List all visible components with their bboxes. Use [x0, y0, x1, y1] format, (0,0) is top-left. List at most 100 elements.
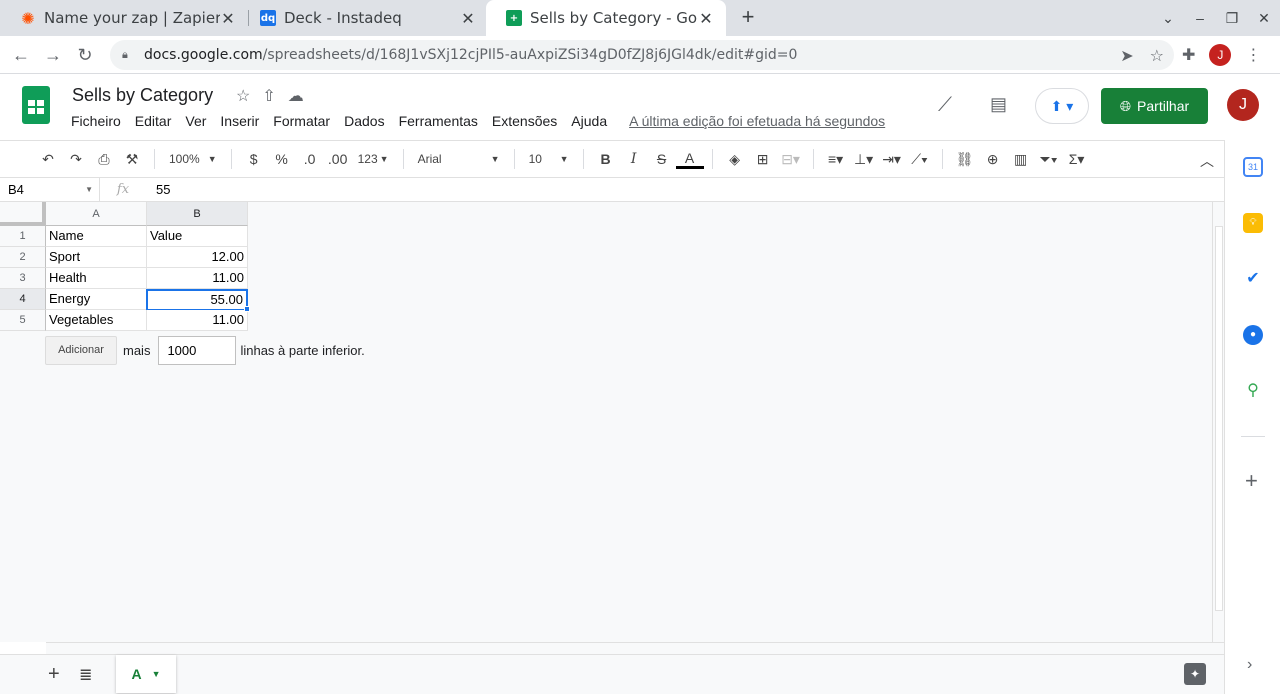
scrollbar-thumb[interactable]: [1215, 226, 1223, 611]
menu-dados[interactable]: Dados: [344, 113, 384, 129]
text-color-icon[interactable]: A: [675, 150, 704, 169]
row-header[interactable]: 3: [0, 268, 46, 289]
maps-icon[interactable]: ⚲: [1243, 381, 1263, 401]
keep-icon[interactable]: 💡︎: [1243, 213, 1263, 233]
more-formats-select[interactable]: 123 ▼: [352, 152, 395, 166]
restore-icon[interactable]: ❐: [1216, 10, 1248, 27]
comments-icon[interactable]: ▤: [990, 94, 1007, 115]
browser-tab-instadeq[interactable]: dq Deck - Instadeq ✕: [240, 0, 488, 36]
profile-avatar[interactable]: J: [1209, 44, 1232, 66]
present-button[interactable]: ⬆ ▾: [1035, 88, 1089, 124]
star-icon[interactable]: ☆: [236, 86, 250, 106]
minimize-icon[interactable]: –: [1184, 10, 1216, 26]
last-edit-link[interactable]: A última edição foi efetuada há segundos: [629, 113, 885, 129]
font-size-select[interactable]: 10 ▼: [523, 152, 575, 166]
menu-ver[interactable]: Ver: [185, 113, 206, 129]
close-icon[interactable]: ✕: [698, 9, 714, 28]
sheets-logo-icon[interactable]: [22, 86, 50, 124]
share-button[interactable]: 🌐︎ Partilhar: [1101, 88, 1208, 124]
send-icon[interactable]: ➤: [1120, 46, 1133, 65]
menu-formatar[interactable]: Formatar: [273, 113, 330, 129]
increase-decimal-button[interactable]: .00: [324, 151, 352, 167]
menu-inserir[interactable]: Inserir: [220, 113, 259, 129]
browser-tab-zapier[interactable]: ✺ Name your zap | Zapier ✕: [0, 0, 248, 36]
address-bar[interactable]: 🔒︎ docs.google.com/spreadsheets/d/168J1v…: [110, 40, 1174, 70]
explore-icon[interactable]: ✦: [1184, 663, 1206, 685]
row-header[interactable]: 1: [0, 226, 46, 247]
text-wrapping-icon[interactable]: ⇥▾: [878, 151, 906, 168]
close-icon[interactable]: ✕: [220, 9, 236, 28]
new-tab-button[interactable]: +: [738, 6, 758, 30]
paint-format-icon[interactable]: ⚒: [118, 151, 146, 168]
chevron-down-icon[interactable]: ▼: [152, 669, 161, 679]
menu-ajuda[interactable]: Ajuda: [571, 113, 607, 129]
font-select[interactable]: Arial ▼: [412, 152, 506, 166]
currency-format-button[interactable]: $: [240, 151, 268, 167]
account-avatar[interactable]: J: [1227, 89, 1259, 121]
cloud-status-icon[interactable]: ☁: [288, 86, 304, 106]
vertical-align-icon[interactable]: ⊥▾: [850, 151, 878, 168]
cell-a1[interactable]: Name: [46, 226, 147, 247]
forward-icon[interactable]: →: [42, 44, 64, 66]
italic-icon[interactable]: I: [620, 151, 648, 167]
add-rows-button[interactable]: Adicionar: [45, 336, 117, 365]
cell-b2[interactable]: 12.00: [147, 247, 248, 268]
column-header-a[interactable]: A: [46, 202, 147, 226]
cell-a2[interactable]: Sport: [46, 247, 147, 268]
select-all-corner[interactable]: [0, 202, 46, 226]
browser-menu-icon[interactable]: ⋮: [1245, 45, 1261, 65]
sheet-tab-a[interactable]: A ▼: [116, 655, 176, 693]
cell-b4[interactable]: 55.00: [146, 289, 248, 311]
vertical-scrollbar[interactable]: [1212, 202, 1224, 642]
undo-icon[interactable]: ↶: [34, 151, 62, 168]
extensions-icon[interactable]: ✚: [1182, 45, 1195, 65]
menu-ficheiro[interactable]: Ficheiro: [71, 113, 121, 129]
cell-a5[interactable]: Vegetables: [46, 310, 147, 331]
insert-chart-icon[interactable]: ▥: [1007, 151, 1035, 168]
get-addons-icon[interactable]: +: [1245, 468, 1258, 494]
collapse-toolbar-icon[interactable]: ︿: [1200, 151, 1214, 171]
reload-icon[interactable]: ↻: [74, 44, 96, 66]
rows-count-input[interactable]: [158, 336, 237, 365]
browser-tab-sheets[interactable]: + Sells by Category - Google ✕: [486, 0, 726, 36]
tasks-icon[interactable]: ✔: [1243, 269, 1263, 289]
formula-input[interactable]: 55: [146, 182, 170, 197]
chevron-right-icon[interactable]: ›: [1247, 656, 1252, 674]
menu-extensoes[interactable]: Extensões: [492, 113, 557, 129]
row-header[interactable]: 4: [0, 289, 46, 310]
menu-editar[interactable]: Editar: [135, 113, 172, 129]
insert-comment-icon[interactable]: ⊕: [979, 151, 1007, 168]
column-header-b[interactable]: B: [147, 202, 248, 226]
name-box[interactable]: B4 ▼: [0, 177, 100, 202]
cell-b3[interactable]: 11.00: [147, 268, 248, 289]
close-icon[interactable]: ✕: [460, 9, 476, 28]
insert-link-icon[interactable]: ⛓: [951, 151, 979, 168]
calendar-icon[interactable]: 31: [1243, 157, 1263, 177]
activity-trend-icon[interactable]: ⟋: [938, 94, 952, 117]
percent-format-button[interactable]: %: [268, 151, 296, 167]
horizontal-scrollbar[interactable]: [46, 642, 1224, 654]
merge-cells-icon[interactable]: ⊟▾: [777, 151, 805, 168]
decrease-decimal-button[interactable]: .0: [296, 151, 324, 167]
contacts-icon[interactable]: ●: [1243, 325, 1263, 345]
all-sheets-icon[interactable]: ≣: [79, 665, 92, 685]
row-header[interactable]: 2: [0, 247, 46, 268]
filter-icon[interactable]: ⏷▾: [1035, 151, 1063, 168]
move-icon[interactable]: ⇧: [262, 86, 275, 106]
horizontal-align-icon[interactable]: ≡▾: [822, 151, 850, 168]
menu-ferramentas[interactable]: Ferramentas: [399, 113, 478, 129]
fill-color-icon[interactable]: ◈: [721, 151, 749, 168]
zoom-select[interactable]: 100% ▼: [163, 152, 223, 166]
cell-b5[interactable]: 11.00: [147, 310, 248, 331]
bookmark-star-icon[interactable]: ☆: [1150, 46, 1164, 65]
cell-b1[interactable]: Value: [147, 226, 248, 247]
cell-a4[interactable]: Energy: [46, 289, 147, 310]
print-icon[interactable]: ⎙: [90, 151, 118, 168]
add-sheet-icon[interactable]: +: [48, 663, 60, 686]
borders-icon[interactable]: ⊞: [749, 151, 777, 168]
functions-icon[interactable]: Σ▾: [1063, 151, 1091, 168]
back-icon[interactable]: ←: [10, 44, 32, 66]
tab-search-icon[interactable]: ⌄: [1152, 10, 1184, 27]
close-window-icon[interactable]: ✕: [1248, 10, 1280, 27]
bold-icon[interactable]: B: [592, 151, 620, 167]
